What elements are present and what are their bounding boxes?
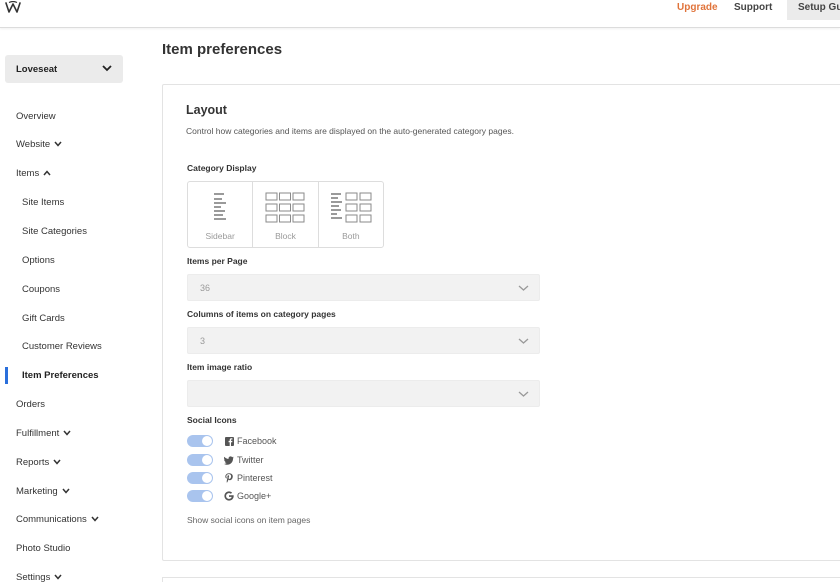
pinterest-icon [224,473,234,483]
category-display-label: Category Display [187,163,257,173]
social-icons-note: Show social icons on item pages [187,515,311,525]
sidebar-item-label: Communications [16,514,87,525]
display-option-block[interactable]: Block [253,182,319,247]
active-nav-indicator [5,367,8,384]
chevron-down-icon [54,141,62,148]
next-card [162,577,840,582]
google-label: Google+ [237,491,272,501]
twitter-toggle[interactable] [187,454,213,466]
social-row-twitter: Twitter [187,453,264,467]
option-label: Both [342,231,360,241]
sidebar-item-label: Site Categories [22,226,87,237]
sidebar-item-label: Settings [16,572,51,582]
sidebar-item-label: Options [22,255,55,266]
sidebar-item-label: Marketing [16,486,58,497]
sidebar-item-label: Photo Studio [16,543,71,554]
chevron-down-icon [518,391,529,397]
upgrade-link[interactable]: Upgrade [677,2,718,13]
option-label: Sidebar [205,231,235,241]
sidebar-item-site-categories[interactable]: Site Categories [22,226,87,237]
sidebar-item-overview[interactable]: Overview [16,111,56,122]
sidebar-item-orders[interactable]: Orders [16,399,45,410]
sidebar-item-communications[interactable]: Communications [16,514,99,525]
columns-value: 3 [200,336,206,346]
chevron-down-icon [91,516,99,523]
sidebar-item-label: Site Items [22,197,65,208]
google-icon [224,491,234,501]
image-ratio-select[interactable] [187,380,540,407]
facebook-icon [224,436,234,446]
sidebar-item-coupons[interactable]: Coupons [22,284,60,295]
sidebar-item-fulfillment[interactable]: Fulfillment [16,428,71,439]
sidebar-item-site-items[interactable]: Site Items [22,197,64,208]
site-name: Loveseat [16,64,58,75]
chevron-down-icon [54,574,62,581]
sidebar-layout-icon [214,193,227,220]
setup-guide-button[interactable]: Setup Gu [787,0,840,20]
sidebar-item-items[interactable]: Items [16,168,51,179]
facebook-label: Facebook [237,436,277,446]
support-link[interactable]: Support [734,2,772,13]
chevron-down-icon [518,285,529,291]
sidebar-item-options[interactable]: Options [22,255,55,266]
sidebar-item-gift-cards[interactable]: Gift Cards [22,313,65,324]
sidebar-item-label: Fulfillment [16,428,60,439]
social-row-pinterest: Pinterest [187,471,273,485]
sidebar-item-label: Items [16,168,40,179]
chevron-down-icon [62,488,70,495]
sidebar-item-customer-reviews[interactable]: Customer Reviews [22,341,102,352]
layout-section-description: Control how categories and items are dis… [186,126,514,136]
image-ratio-label: Item image ratio [187,362,253,372]
sidebar-item-label: Reports [16,457,50,468]
sidebar-item-label: Customer Reviews [22,341,102,352]
sidebar-item-photo-studio[interactable]: Photo Studio [16,543,70,554]
setup-guide-label: Setup Gu [798,2,840,13]
social-row-facebook: Facebook [187,434,277,448]
sidebar-item-label: Orders [16,399,46,410]
chevron-down-icon [63,430,71,437]
sidebar-item-label: Item Preferences [22,370,99,381]
sidebar-item-label: Gift Cards [22,313,65,324]
both-layout-icon [330,192,372,223]
google-toggle[interactable] [187,490,213,502]
layout-section-title: Layout [186,103,227,117]
sidebar-item-website[interactable]: Website [16,139,62,150]
sidebar-item-item-preferences[interactable]: Item Preferences [22,370,99,381]
twitter-icon [224,455,234,465]
pinterest-toggle[interactable] [187,472,213,484]
sidebar-item-reports[interactable]: Reports [16,457,61,468]
display-option-both[interactable]: Both [319,182,383,247]
social-row-google: Google+ [187,489,271,503]
twitter-label: Twitter [237,455,264,465]
block-layout-icon [265,192,305,223]
chevron-up-icon [43,170,51,176]
sidebar-item-settings[interactable]: Settings [16,572,62,582]
sidebar-item-marketing[interactable]: Marketing [16,486,70,497]
items-per-page-label: Items per Page [187,256,248,266]
columns-label: Columns of items on category pages [187,309,336,319]
category-display-options: Sidebar Block Both [187,181,384,248]
sidebar-item-label: Website [16,139,51,150]
sidebar-item-label: Overview [16,111,56,122]
display-option-sidebar[interactable]: Sidebar [188,182,254,247]
columns-select[interactable]: 3 [187,327,540,354]
weebly-logo-icon[interactable] [5,1,21,14]
chevron-down-icon [518,338,529,344]
sidebar-item-label: Coupons [22,284,61,295]
social-icons-label: Social Icons [187,415,237,425]
facebook-toggle[interactable] [187,435,213,447]
top-bar: Upgrade Support Setup Gu [0,0,840,28]
items-per-page-select[interactable]: 36 [187,274,540,301]
page-title: Item preferences [162,41,283,58]
option-label: Block [275,231,296,241]
chevron-down-icon [102,65,112,72]
pinterest-label: Pinterest [237,473,273,483]
items-per-page-value: 36 [200,283,211,293]
site-selector[interactable]: Loveseat [5,55,123,83]
chevron-down-icon [53,459,61,466]
